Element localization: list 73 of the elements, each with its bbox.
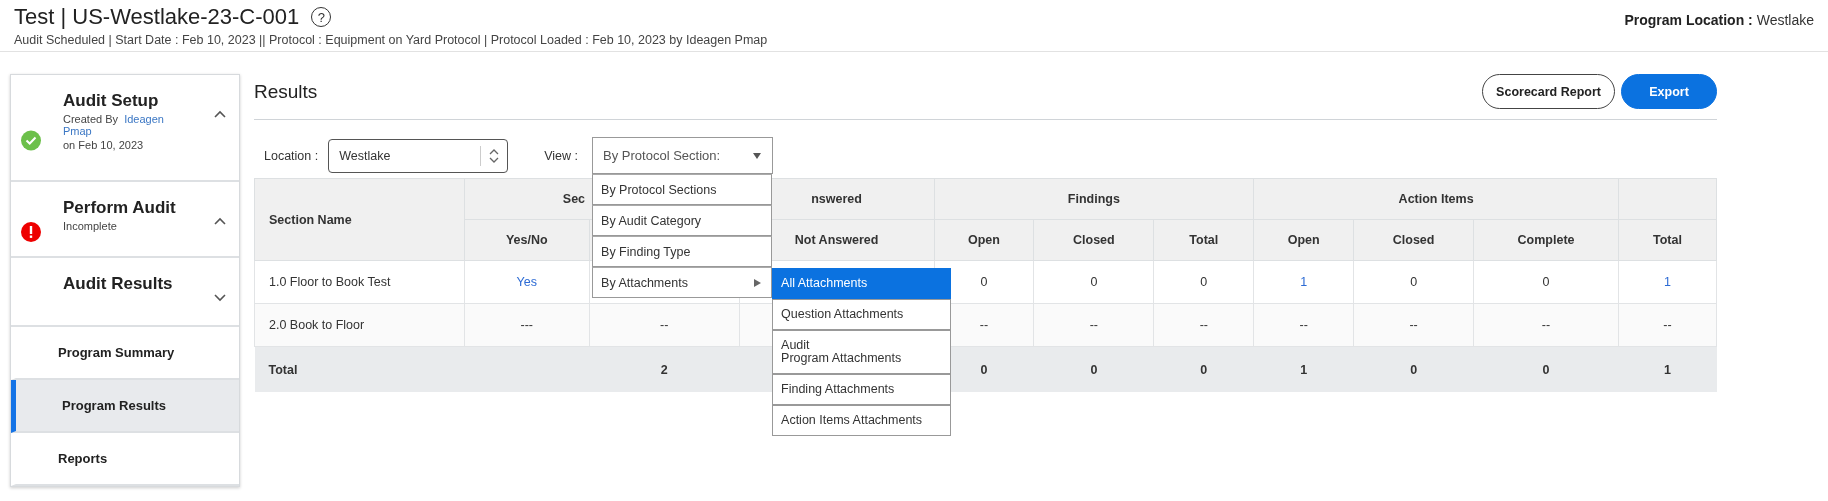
page-title: Test | US-Westlake-23-C-001 [14,4,300,30]
column-group-header: Findings [1067,192,1120,206]
column-header: Complete [1517,233,1575,247]
results-title: Results [254,80,318,103]
location-label: Location : [264,148,319,163]
table-cell: 1 [1664,362,1671,377]
audit-details: Audit Scheduled | Start Date : Feb 10, 2023 || Protocol : Equipment on Yard Protocol | Protocol Loaded : Feb 10, 2023 by Ideagen Pmap [14,33,768,47]
menu-option[interactable]: By Attachments [592,267,773,298]
view-label: View : [544,148,579,163]
table-cell: -- [1663,318,1672,332]
export-button[interactable]: Export [1621,74,1717,109]
table-cell: -- [1089,318,1099,332]
column-header: Total [1189,233,1219,247]
table-cell: 2.0 Book to Floor [269,318,365,332]
menu-option[interactable]: By Finding Type [592,236,773,267]
table-cell: 0 [1542,275,1550,289]
location-select[interactable]: Westlake [328,138,509,173]
view-select[interactable]: By Protocol Section: [592,137,774,174]
table-cell: -- [660,318,669,332]
table-cell: 0 [1090,362,1098,377]
column-header: Total [1653,233,1682,247]
table-cell: 1 [1300,362,1308,377]
table-cell: 0 [1090,275,1098,289]
table-cell: -- [1409,318,1418,332]
table-cell: 0 [1200,362,1208,377]
submenu-arrow-icon [754,278,762,287]
table-link[interactable]: 1 [1664,275,1671,289]
submenu-option[interactable]: Finding Attachments [772,374,952,405]
table-cell: Total [268,362,298,377]
table-cell: -- [1199,318,1208,332]
submenu-option[interactable]: Action Items Attachments [772,405,952,436]
table-cell: -- [1541,318,1551,332]
location-value: Westlake [1756,12,1814,28]
menu-option[interactable]: By Audit Category [592,205,773,236]
column-group-header: Action Items [1398,192,1474,206]
step-status: Incomplete [63,220,118,232]
table-cell: 2 [660,362,668,377]
column-header: Closed [1392,233,1435,247]
column-header: Not Answered [794,233,879,247]
step-title[interactable]: Perform Audit [63,198,213,218]
sidebar-item[interactable]: Program Results [11,380,239,433]
submenu-option[interactable]: All Attachments [772,268,952,299]
column-group-header: nswered [811,192,862,206]
location-label: Program Location : [1624,12,1753,28]
created-date: on Feb 10, 2023 [63,139,145,151]
column-header: Open [968,233,1000,247]
menu-option[interactable]: By Protocol Sections [592,174,773,205]
table-cell: -- [979,318,989,332]
table-cell: 0 [980,362,988,377]
table-cell: 0 [980,275,988,289]
table-cell: 0 [1542,362,1550,377]
table-cell: -- [1299,318,1308,332]
sort-icon [489,148,500,163]
report-button[interactable]: Scorecard Report [1482,74,1615,109]
submenu-option[interactable]: Audit Program Attachments [772,330,952,374]
column-header: Open [1287,233,1320,247]
table-cell: 0 [1410,362,1418,377]
step-title[interactable]: Audit Setup [63,91,213,111]
column-header: Closed [1073,233,1115,247]
table-cell: 0 [1200,275,1208,289]
table-cell: --- [520,318,534,332]
column-header: Yes/No [505,233,548,247]
table-link[interactable]: Yes [516,275,537,289]
column-header: Section Name [269,212,352,227]
dropdown-icon [752,151,763,160]
column-group-header: Sec [562,192,586,206]
submenu-option[interactable]: Question Attachments [772,299,952,330]
table-link[interactable]: 1 [1300,275,1308,289]
step-title[interactable]: Audit Results [63,274,213,294]
created-by: Created By Ideagen Pmap [63,113,165,137]
sidebar-item[interactable]: Reports [11,433,239,486]
table-cell: 0 [1410,275,1418,289]
table-cell: 1.0 Floor to Book Test [269,275,391,289]
